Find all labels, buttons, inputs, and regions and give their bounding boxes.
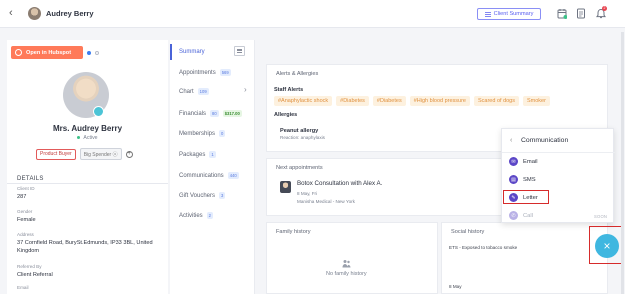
divider xyxy=(7,183,168,184)
communication-title: Communication xyxy=(521,137,569,144)
nav-memberships[interactable]: Memberships 0 xyxy=(179,130,226,137)
alert-chip: Smoker xyxy=(523,96,550,106)
allergies-heading: Allergies xyxy=(274,112,298,118)
social-history-item: ETS - Exposed to tobacco smoke xyxy=(449,245,518,250)
close-fab-button[interactable]: × xyxy=(595,234,619,258)
staff-alerts-list: #Anaphylactic shock #Diabetes #Diabetes … xyxy=(274,96,550,106)
card-title: Social history xyxy=(451,229,485,235)
social-history-date: 8 May xyxy=(449,284,462,289)
ring-dot xyxy=(95,51,99,55)
card-title: Alerts & Allergies xyxy=(276,71,319,77)
active-indicator xyxy=(170,44,172,60)
allergy-reaction: Reaction: anaphylaxis xyxy=(280,135,325,140)
nav-chart[interactable]: Chart 109 xyxy=(179,88,209,95)
avatar xyxy=(28,7,41,20)
divider xyxy=(502,152,615,153)
profile-name: Mrs. Audrey Berry xyxy=(52,124,123,133)
scrollbar[interactable] xyxy=(621,32,624,294)
collapse-menu-icon[interactable] xyxy=(234,46,245,56)
field-email: Email xyxy=(17,285,29,290)
alert-chip: #Anaphylactic shock xyxy=(274,96,333,106)
camera-icon[interactable] xyxy=(93,106,104,117)
comm-sms[interactable]: ▤ SMS xyxy=(509,175,536,184)
communication-menu: ‹ Communication ✉ Email ▤ SMS ✎ Letter ✆… xyxy=(501,128,615,223)
family-icon xyxy=(342,260,351,268)
back-chevron-icon[interactable]: ‹ xyxy=(510,137,512,144)
field-client-id: Client ID 287 xyxy=(17,186,35,200)
appointment-title[interactable]: Botox Consultation with Alex A. xyxy=(297,180,382,187)
practitioner-avatar xyxy=(280,181,291,193)
nav-activities[interactable]: Activities 2 xyxy=(179,212,214,219)
hubspot-icon xyxy=(15,49,22,56)
alert-chip: Scared of dogs xyxy=(474,96,519,106)
no-family-history: No family history xyxy=(326,271,367,277)
profile-panel: Open in Hubspot Mrs. Audrey Berry Active… xyxy=(7,40,168,294)
alert-chip: #Diabetes xyxy=(336,96,369,106)
alert-chip: #High blood pressure xyxy=(409,96,470,106)
tag-product-buyer[interactable]: Product Buyer xyxy=(36,148,76,160)
fab-highlight: × xyxy=(589,226,623,264)
email-icon: ✉ xyxy=(509,157,518,166)
field-referred-by: Referred By Client Referral xyxy=(17,264,53,278)
nav-financials[interactable]: Financials 80 $317.00 xyxy=(179,110,242,117)
list-icon xyxy=(484,11,491,17)
hubspot-label: Open in Hubspot xyxy=(26,49,72,56)
nav-appointments[interactable]: Appointments 569 xyxy=(179,69,231,76)
back-arrow-icon[interactable]: ‹ xyxy=(9,8,13,19)
social-history-card: Social history xyxy=(441,222,608,294)
notification-badge: 2 xyxy=(602,6,607,11)
letter-highlight xyxy=(503,190,549,204)
nav-communications[interactable]: Communications 440 xyxy=(179,172,239,179)
status-label: Active xyxy=(7,135,168,141)
sms-icon: ▤ xyxy=(509,175,518,184)
tag-list: Product Buyer Big Spender ⓧ + xyxy=(36,148,133,160)
nav-packages[interactable]: Packages 1 xyxy=(179,151,216,158)
staff-alerts-heading: Staff Alerts xyxy=(274,87,304,93)
allergy-name: Peanut allergy xyxy=(280,128,319,134)
family-history-card: Family history xyxy=(266,222,438,294)
card-title: Family history xyxy=(276,229,311,235)
nav-summary[interactable]: Summary xyxy=(179,49,205,55)
tag-big-spender[interactable]: Big Spender ⓧ xyxy=(79,148,122,160)
field-address: Address 37 Cornfield Road, BurySt.Edmunds… xyxy=(17,232,153,254)
chevron-right-icon[interactable]: › xyxy=(244,85,247,94)
status-dot xyxy=(87,51,91,55)
calendar-icon[interactable] xyxy=(557,8,567,19)
section-nav: Summary Appointments 569 Chart 109 › Finan… xyxy=(170,40,255,294)
appointment-date: 8 May, Fri xyxy=(297,191,318,196)
client-summary-label: Client Summary xyxy=(493,11,534,17)
client-summary-button[interactable]: Client Summary xyxy=(477,8,541,20)
open-in-hubspot-button[interactable]: Open in Hubspot xyxy=(11,46,83,59)
appointment-location: Manisha Medical - New York xyxy=(297,199,355,204)
nav-gift-vouchers[interactable]: Gift Vouchers 3 xyxy=(179,192,226,199)
field-gender: Gender Female xyxy=(17,209,36,223)
top-bar: ‹ Audrey Berry Client Summary 2 xyxy=(0,0,625,28)
document-icon[interactable] xyxy=(576,8,586,19)
card-title: Next appointments xyxy=(276,165,323,171)
call-icon: ✆ xyxy=(509,211,518,220)
soon-badge: SOON xyxy=(594,214,608,219)
patient-name: Audrey Berry xyxy=(46,9,94,18)
alert-chip: #Diabetes xyxy=(372,96,406,106)
add-tag-button[interactable]: + xyxy=(125,150,133,158)
details-heading: DETAILS xyxy=(17,176,44,182)
comm-email[interactable]: ✉ Email xyxy=(509,157,538,166)
comm-call: ✆ Call xyxy=(509,211,533,220)
